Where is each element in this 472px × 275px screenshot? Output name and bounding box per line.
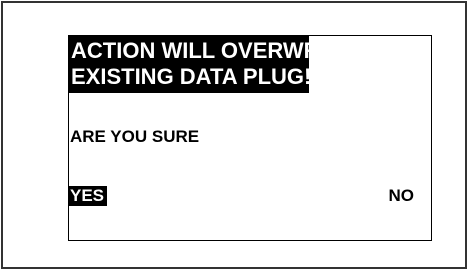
dialog-title: ACTION WILL OVERWRITE EXISTING DATA PLUG… <box>69 36 354 93</box>
confirm-question: ARE YOU SURE <box>70 127 200 146</box>
device-screen-frame: ACTION WILL OVERWRITE EXISTING DATA PLUG… <box>1 1 467 269</box>
yes-button[interactable]: YES <box>69 186 108 206</box>
no-button[interactable]: NO <box>389 186 415 206</box>
dialog-title-line-2: EXISTING DATA PLUG!! <box>71 64 319 89</box>
dialog-title-line-1: ACTION WILL OVERWRITE <box>71 38 354 63</box>
confirm-dialog: ACTION WILL OVERWRITE EXISTING DATA PLUG… <box>68 35 432 241</box>
